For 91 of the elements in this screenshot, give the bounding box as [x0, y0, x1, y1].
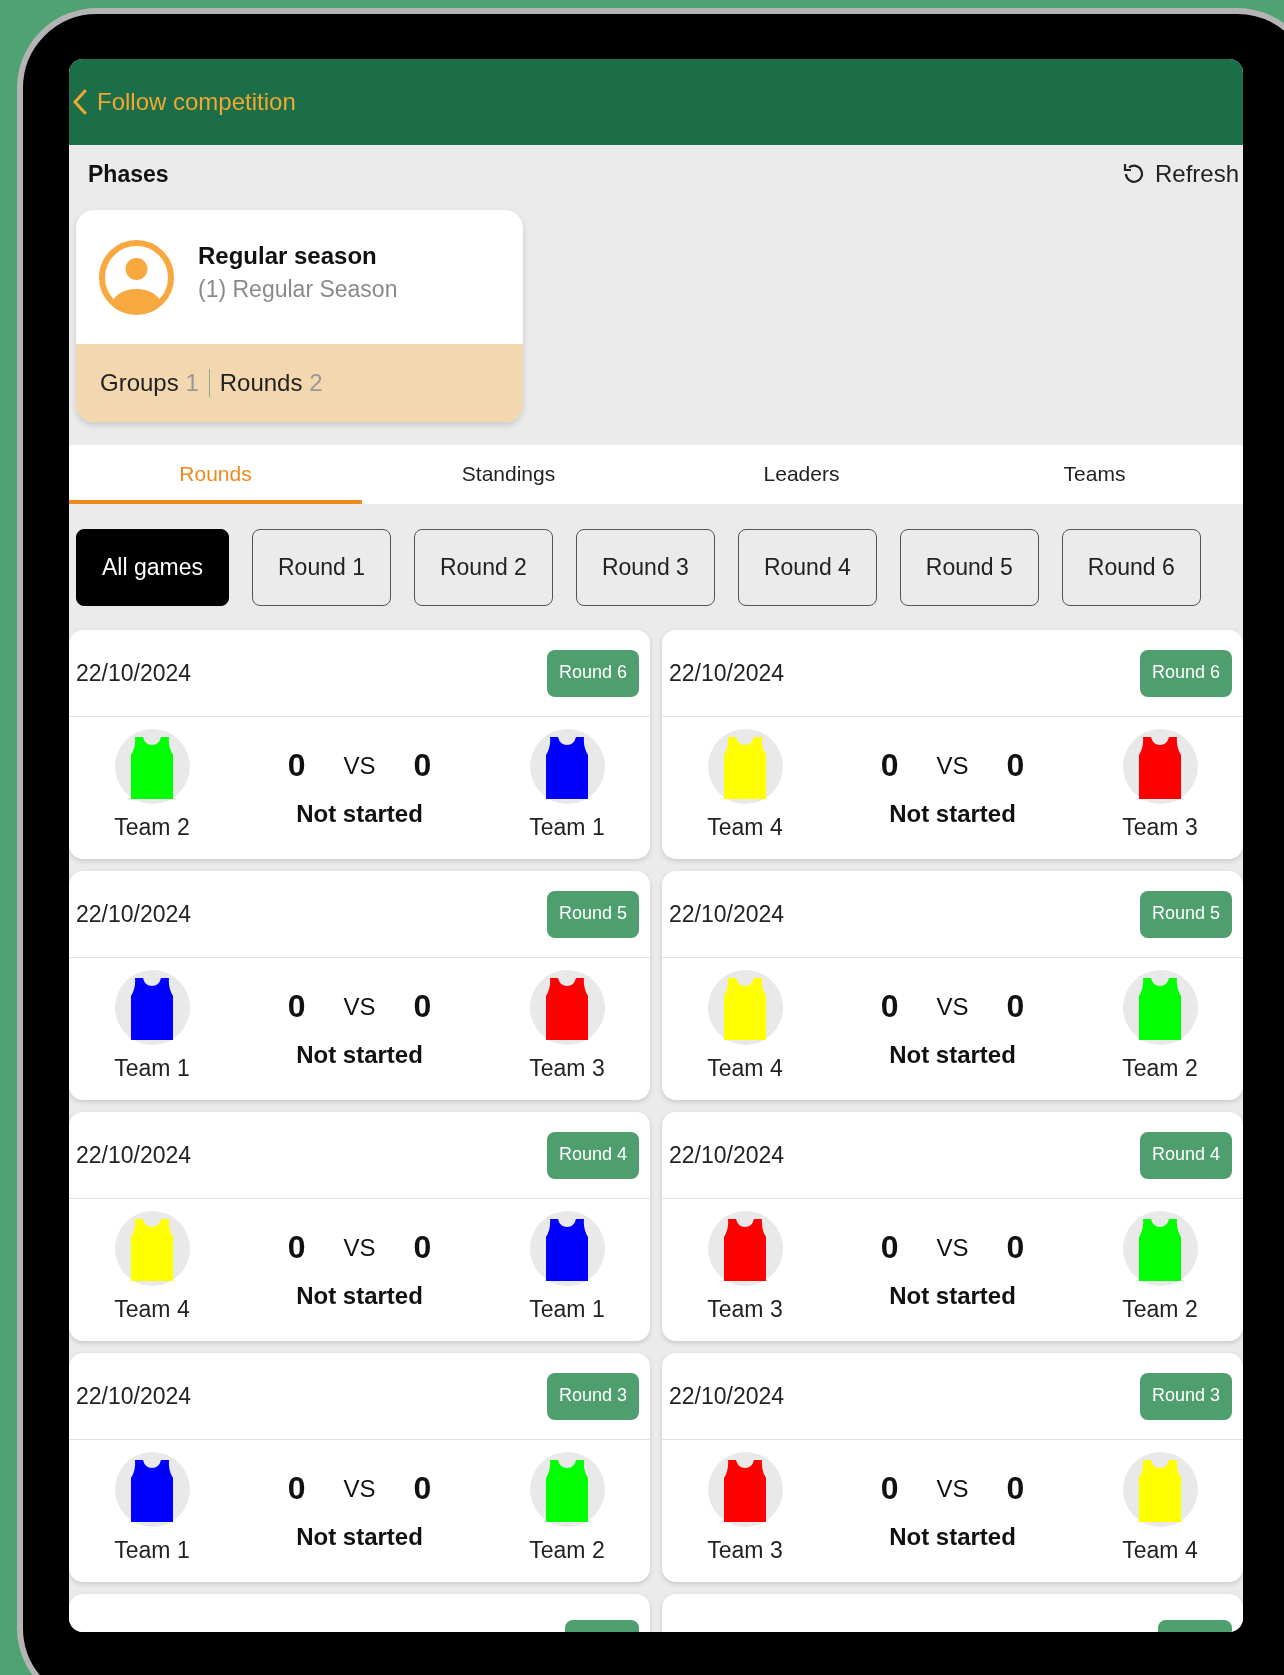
- tab[interactable]: Teams: [948, 445, 1241, 504]
- round-tag: Round 6: [546, 649, 639, 697]
- versus-label: VS: [936, 992, 969, 1021]
- round-tag: Round 3: [1139, 1372, 1232, 1420]
- game-card[interactable]: 22/10/2024 Round 3 Team 3 0 VS 0 Not started Team 4: [662, 1353, 1243, 1582]
- game-card[interactable]: 22/10/2024 Round 3 Team 1 0 VS 0 Not started Team 2: [69, 1353, 650, 1582]
- game-status: Not started: [889, 800, 1016, 828]
- game-date: 22/10/2024: [669, 1382, 785, 1410]
- round-filter-chip[interactable]: Round 1: [252, 529, 391, 606]
- round-filter-chip[interactable]: Round 3: [575, 529, 715, 606]
- team-name: Team 1: [529, 1296, 605, 1323]
- game-date: 22/10/2024: [76, 1141, 192, 1169]
- score: 0: [287, 1470, 306, 1507]
- score: 0: [287, 988, 306, 1025]
- team-name: Team 3: [707, 1296, 783, 1323]
- team-name: Team 4: [707, 1055, 783, 1082]
- chevron-left-icon: [73, 89, 87, 115]
- versus-label: VS: [343, 1233, 376, 1262]
- game-date: 22/10/2024: [76, 900, 192, 928]
- score: 0: [1006, 747, 1025, 784]
- section-title: Phases: [88, 160, 169, 188]
- tab[interactable]: Standings: [362, 445, 655, 504]
- score: 0: [413, 747, 432, 784]
- round-tag: Round 6: [1139, 649, 1232, 697]
- round-filter-chip[interactable]: All games: [76, 529, 229, 606]
- team-name: Team 1: [114, 1055, 190, 1082]
- game-card[interactable]: 22/10/2024 Round 4 Team 3 0 VS 0 Not started Team 2: [662, 1112, 1243, 1341]
- score: 0: [413, 1229, 432, 1266]
- round-tag: Round 5: [1139, 890, 1232, 938]
- team-name: Team 4: [1122, 1537, 1198, 1564]
- score: 0: [1006, 1229, 1025, 1266]
- versus-label: VS: [936, 1233, 969, 1262]
- score: 0: [1006, 988, 1025, 1025]
- versus-label: VS: [343, 992, 376, 1021]
- game-card[interactable]: 22/10/2024 Round 4 Team 4 0 VS 0 Not started Team 1: [69, 1112, 650, 1341]
- game-card[interactable]: 22/10/2024 Round 6 Team 4 0 VS 0 Not started Team 3: [662, 630, 1243, 859]
- game-date: 22/10/2024: [669, 659, 785, 687]
- round-filter-chip[interactable]: Round 4: [737, 529, 877, 606]
- score: 0: [880, 1229, 899, 1266]
- team-name: Team 3: [707, 1537, 783, 1564]
- game-status: Not started: [889, 1041, 1016, 1069]
- game-date: 22/10/2024: [669, 1141, 785, 1169]
- refresh-button[interactable]: Refresh: [1120, 160, 1239, 188]
- team-name: Team 4: [707, 814, 783, 841]
- tab[interactable]: Leaders: [655, 445, 948, 504]
- round-filter-chip[interactable]: Round 6: [1061, 529, 1201, 606]
- score: 0: [287, 1229, 306, 1266]
- game-status: Not started: [889, 1282, 1016, 1310]
- phase-card[interactable]: Regular season (1) Regular Season Groups 1 Rounds 2: [76, 210, 523, 422]
- round-tag: Round 5: [546, 890, 639, 938]
- game-date: 22/10/2024: [669, 900, 785, 928]
- team-name: Team 1: [114, 1537, 190, 1564]
- round-tag: Round 4: [546, 1131, 639, 1179]
- versus-label: VS: [936, 1474, 969, 1503]
- game-status: Not started: [296, 1041, 423, 1069]
- score: 0: [880, 747, 899, 784]
- phase-subtitle: (1) Regular Season: [198, 275, 398, 303]
- team-name: Team 4: [114, 1296, 190, 1323]
- phase-title: Regular season: [198, 241, 378, 270]
- versus-label: VS: [343, 1474, 376, 1503]
- game-status: Not started: [296, 1523, 423, 1551]
- team-name: Team 2: [1122, 1296, 1198, 1323]
- user-avatar-icon: [99, 239, 174, 315]
- score: 0: [880, 1470, 899, 1507]
- score: 0: [1006, 1470, 1025, 1507]
- phase-stat: Groups 1: [100, 369, 200, 397]
- round-tag: Round 3: [546, 1372, 639, 1420]
- score: 0: [287, 747, 306, 784]
- game-status: Not started: [889, 1523, 1016, 1551]
- game-card[interactable]: 22/10/2024 Round 6 Team 2 0 VS 0 Not started Team 1: [69, 630, 650, 859]
- game-card[interactable]: 22/10/2024 Round 5 Team 1 0 VS 0 Not started Team 3: [69, 871, 650, 1100]
- versus-label: VS: [936, 751, 969, 780]
- game-status: Not started: [296, 1282, 423, 1310]
- game-date: 22/10/2024: [76, 659, 192, 687]
- round-filter-chip[interactable]: Round 2: [413, 529, 553, 606]
- game-date: 22/10/2024: [76, 1382, 192, 1410]
- game-status: Not started: [296, 800, 423, 828]
- team-name: Team 3: [1122, 814, 1198, 841]
- phase-stat: Rounds 2: [208, 369, 333, 397]
- score: 0: [413, 1470, 432, 1507]
- team-name: Team 2: [529, 1537, 605, 1564]
- score: 0: [413, 988, 432, 1025]
- game-card[interactable]: 22/10/2024 Round 5 Team 4 0 VS 0 Not started Team 2: [662, 871, 1243, 1100]
- score: 0: [880, 988, 899, 1025]
- team-name: Team 2: [1122, 1055, 1198, 1082]
- versus-label: VS: [343, 751, 376, 780]
- team-name: Team 3: [529, 1055, 605, 1082]
- team-name: Team 1: [529, 814, 605, 841]
- team-name: Team 2: [114, 814, 190, 841]
- round-tag: Round 4: [1139, 1131, 1232, 1179]
- round-filter-chip[interactable]: Round 5: [899, 529, 1039, 606]
